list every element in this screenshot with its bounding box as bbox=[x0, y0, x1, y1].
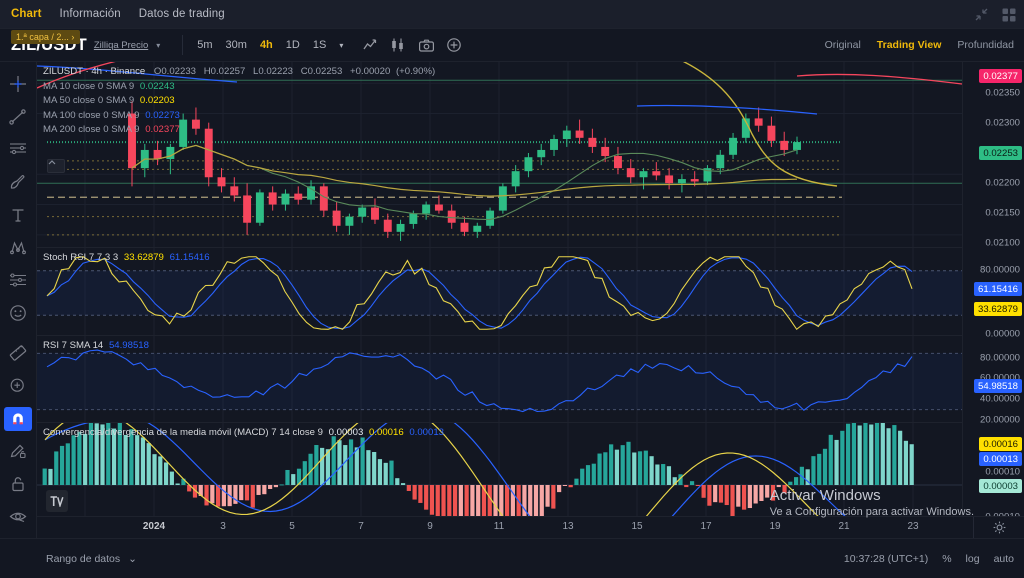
macd-tag-line: 0.00016 bbox=[979, 437, 1022, 451]
mode-trading-view[interactable]: Trading View bbox=[877, 39, 942, 51]
symbol-subtitle[interactable]: Zilliqa Precio bbox=[94, 40, 148, 51]
brush-icon[interactable] bbox=[4, 170, 32, 194]
time-axis-label: 5 bbox=[289, 521, 295, 532]
timeframe-1d[interactable]: 1D bbox=[286, 39, 300, 51]
chart-mode-switcher: Original Trading View Profundidad bbox=[825, 39, 1014, 51]
auto-toggle[interactable]: auto bbox=[994, 553, 1014, 565]
line-chart-icon[interactable] bbox=[363, 38, 377, 52]
lock-icon[interactable] bbox=[4, 472, 32, 496]
camera-icon[interactable] bbox=[419, 39, 435, 52]
time-axis-label: 15 bbox=[631, 521, 643, 532]
emoji-icon[interactable] bbox=[4, 301, 32, 325]
bottom-right-controls: 10:37:28 (UTC+1) % log auto bbox=[844, 553, 1014, 565]
magnet-icon[interactable] bbox=[4, 406, 32, 431]
symbol-toolbar: ZIL/USDT Zilliqa Precio ▾ 5m 30m 4h 1D 1… bbox=[0, 29, 1024, 62]
rsi-scale-label: 20.00000 bbox=[979, 414, 1020, 426]
macd-tag-hist: 0.00003 bbox=[979, 479, 1022, 493]
range-caret-icon[interactable]: ⌄ bbox=[128, 553, 137, 565]
bottom-status-bar: Rango de datos ⌄ 10:37:28 (UTC+1) % log … bbox=[0, 538, 1024, 578]
log-toggle[interactable]: log bbox=[966, 553, 980, 565]
nav-item-chart[interactable]: Chart bbox=[11, 8, 42, 20]
toolbar-divider bbox=[182, 35, 184, 55]
stoch-scale-label: 80.00000 bbox=[979, 264, 1020, 276]
drawing-toolbar bbox=[0, 62, 37, 578]
top-navigation-bar: Chart Información Datos de trading bbox=[0, 0, 1024, 29]
time-axis-label: 11 bbox=[493, 521, 505, 532]
tradingview-chart-app: Chart Información Datos de trading ZIL/U… bbox=[0, 0, 1024, 578]
price-pane[interactable]: ZILUSDT · 4h · Binance O0.02233 H0.02257… bbox=[37, 62, 962, 247]
rsi-tag-value: 54.98518 bbox=[973, 379, 1022, 393]
zoom-in-icon[interactable] bbox=[4, 374, 32, 398]
add-indicator-icon[interactable] bbox=[447, 38, 462, 52]
time-axis-label: 3 bbox=[220, 521, 226, 532]
price-scale[interactable]: 0.02377 0.02350 0.02300 0.02253 0.02200 … bbox=[962, 62, 1024, 538]
timeframe-4h[interactable]: 4h bbox=[260, 39, 273, 51]
draw-lock-icon[interactable] bbox=[4, 440, 32, 464]
layer-badge[interactable]: 1.ª capa / 2... › bbox=[11, 30, 81, 44]
stoch-tag-d: 61.15416 bbox=[973, 282, 1022, 296]
range-label[interactable]: Rango de datos bbox=[46, 553, 120, 565]
forecast-icon[interactable] bbox=[4, 268, 32, 292]
nav-item-datos-de-trading[interactable]: Datos de trading bbox=[139, 8, 225, 20]
rsi-scale-label: 40.00000 bbox=[979, 393, 1020, 405]
horizontal-lines-icon[interactable] bbox=[4, 137, 32, 161]
rsi-pane[interactable]: RSI 7 SMA 14 54.98518 bbox=[37, 335, 962, 422]
time-axis-label: 17 bbox=[700, 521, 712, 532]
bottom-left-controls: Rango de datos ⌄ bbox=[0, 553, 137, 565]
time-axis-label: 7 bbox=[358, 521, 364, 532]
price-label: 0.02300 bbox=[985, 117, 1020, 129]
time-axis-divider bbox=[973, 517, 974, 539]
clock-label[interactable]: 10:37:28 (UTC+1) bbox=[844, 553, 928, 565]
symbol-dropdown-caret[interactable]: ▾ bbox=[156, 41, 160, 50]
time-axis-label: 13 bbox=[562, 521, 574, 532]
timeframe-1s[interactable]: 1S bbox=[313, 39, 326, 51]
time-axis-label: 9 bbox=[427, 521, 433, 532]
collapse-arrows-icon[interactable] bbox=[975, 8, 988, 21]
eye-hide-icon[interactable] bbox=[4, 505, 32, 529]
stoch-tag-k: 33.62879 bbox=[973, 302, 1022, 316]
macd-tag-signal: 0.00013 bbox=[979, 452, 1022, 466]
stoch-rsi-pane[interactable]: Stoch RSI 7 7 3 3 33.62879 61.15416 bbox=[37, 247, 962, 335]
measure-ruler-icon[interactable] bbox=[4, 341, 32, 365]
text-icon[interactable] bbox=[4, 203, 32, 227]
price-label: 0.02150 bbox=[985, 207, 1020, 219]
pattern-icon[interactable] bbox=[4, 236, 32, 260]
time-axis-label: 21 bbox=[838, 521, 850, 532]
time-axis-label: 2024 bbox=[142, 521, 166, 532]
chart-area[interactable]: ZILUSDT · 4h · Binance O0.02233 H0.02257… bbox=[37, 62, 1024, 578]
price-tag-ma200: 0.02377 bbox=[979, 69, 1022, 83]
timeframe-5m[interactable]: 5m bbox=[197, 39, 212, 51]
stoch-rsi-svg bbox=[37, 248, 962, 335]
time-axis[interactable]: 2024 3 5 7 9 11 13 15 17 19 21 23 bbox=[37, 516, 1024, 539]
mode-profundidad[interactable]: Profundidad bbox=[957, 39, 1014, 51]
price-candles-svg bbox=[37, 62, 962, 247]
rsi-svg bbox=[37, 336, 962, 422]
timeframe-more-caret[interactable]: ▾ bbox=[339, 41, 343, 50]
window-controls bbox=[975, 0, 1016, 29]
stoch-scale-label: 0.00000 bbox=[985, 328, 1020, 340]
mode-original[interactable]: Original bbox=[825, 39, 861, 51]
price-label: 0.02200 bbox=[985, 177, 1020, 189]
nav-item-informacion[interactable]: Información bbox=[60, 8, 121, 20]
pane-collapse-button[interactable] bbox=[47, 159, 65, 173]
price-tag-last: 0.02253 bbox=[979, 146, 1022, 160]
rsi-scale-label: 80.00000 bbox=[979, 352, 1020, 364]
tradingview-logo-icon[interactable] bbox=[46, 490, 68, 512]
grid-layout-icon[interactable] bbox=[1002, 8, 1016, 22]
price-label: 0.02350 bbox=[985, 87, 1020, 99]
time-axis-label: 23 bbox=[907, 521, 919, 532]
crosshair-icon[interactable] bbox=[4, 72, 32, 96]
trend-line-icon[interactable] bbox=[4, 105, 32, 129]
time-axis-label: 19 bbox=[769, 521, 781, 532]
settings-gear-icon[interactable] bbox=[993, 521, 1006, 539]
percent-toggle[interactable]: % bbox=[942, 553, 951, 565]
price-label: 0.02100 bbox=[985, 237, 1020, 249]
timeframe-30m[interactable]: 30m bbox=[226, 39, 247, 51]
macd-scale-label: 0.00010 bbox=[985, 466, 1020, 478]
candlestick-icon[interactable] bbox=[390, 38, 406, 52]
